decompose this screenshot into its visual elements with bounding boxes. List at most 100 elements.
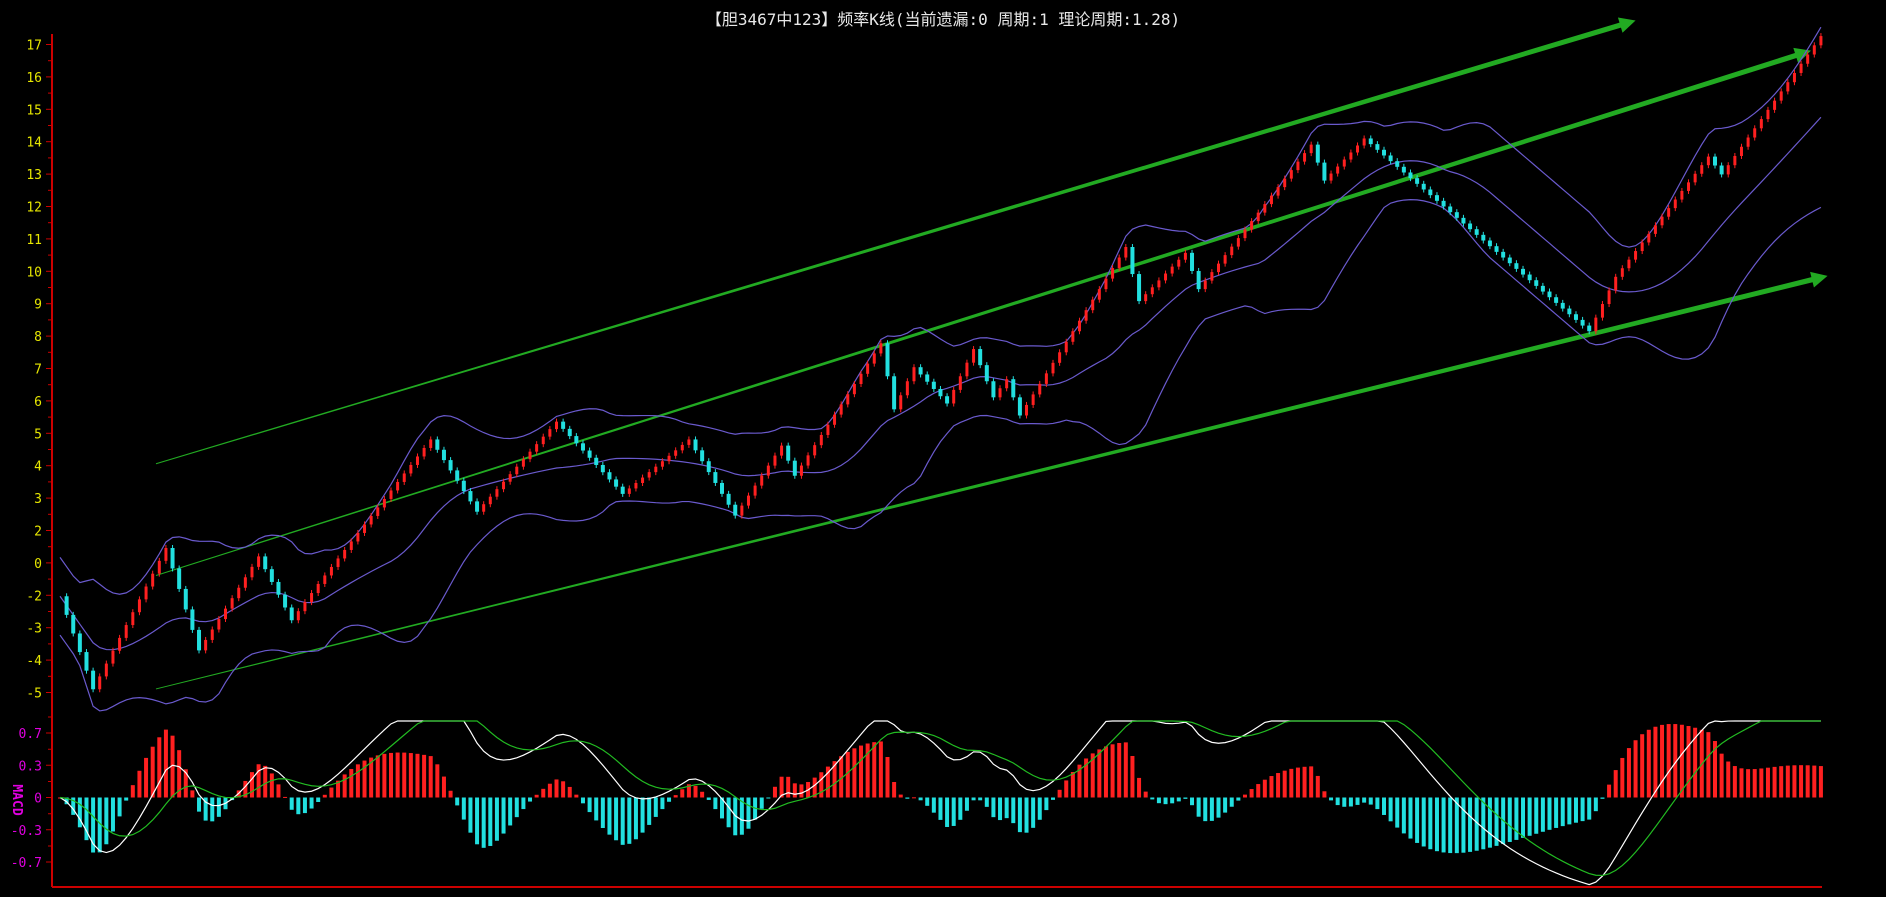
macd-bar-negative xyxy=(1203,797,1208,822)
macd-bar-positive xyxy=(772,786,777,798)
macd-bar-negative xyxy=(1368,797,1373,805)
candle-down xyxy=(197,629,202,651)
macd-tick-label: 0 xyxy=(34,792,42,807)
macd-bar-positive xyxy=(1057,789,1062,798)
candle-down xyxy=(713,472,718,483)
candle-up xyxy=(118,637,122,651)
candle-down xyxy=(1190,252,1195,271)
macd-bar-negative xyxy=(713,797,718,810)
macd-bar-positive xyxy=(885,756,890,798)
candle-down xyxy=(693,439,698,451)
macd-bar-negative xyxy=(627,797,632,844)
candle-up xyxy=(1263,204,1267,213)
macd-bar-negative xyxy=(289,797,294,810)
macd-bar-positive xyxy=(329,787,334,798)
macd-bar-positive xyxy=(256,764,261,798)
candle-down xyxy=(71,614,76,634)
macd-bar-negative xyxy=(302,797,307,814)
candle-down xyxy=(607,472,612,480)
macd-bar-negative xyxy=(309,797,314,809)
macd-bar-negative xyxy=(640,797,645,833)
macd-bar-positive xyxy=(1256,784,1261,798)
candle-up xyxy=(746,495,750,506)
candle-down xyxy=(1441,200,1446,207)
candle-up xyxy=(1726,165,1730,175)
candle-up xyxy=(1058,352,1062,363)
candle-down xyxy=(91,670,96,690)
candle-down xyxy=(1428,189,1433,196)
macd-bar-positive xyxy=(1262,779,1267,798)
candle-down xyxy=(276,581,281,595)
macd-bar-positive xyxy=(382,753,387,798)
candle-up xyxy=(1104,278,1108,290)
candle-up xyxy=(98,676,102,690)
candle-up xyxy=(124,625,128,638)
macd-bar-positive xyxy=(1309,766,1314,798)
y-tick-label: 17 xyxy=(26,39,42,54)
macd-bar-negative xyxy=(1421,797,1426,847)
candle-up xyxy=(872,353,876,364)
candle-up xyxy=(879,343,883,354)
candle-down xyxy=(726,493,731,505)
macd-bar-negative xyxy=(905,797,910,799)
macd-bar-negative xyxy=(766,797,771,799)
candle-up xyxy=(766,465,770,476)
macd-bar-positive xyxy=(435,764,440,798)
y-tick-label: 12 xyxy=(26,201,42,216)
macd-bar-negative xyxy=(964,797,969,811)
candle-up xyxy=(998,388,1002,398)
y-tick-label: 4 xyxy=(34,460,42,475)
candle-down xyxy=(190,609,195,630)
candle-up xyxy=(1031,394,1035,405)
macd-bar-negative xyxy=(1163,797,1168,805)
macd-bar-negative xyxy=(117,797,122,817)
candle-up xyxy=(1680,190,1684,200)
candle-up xyxy=(1077,320,1081,332)
macd-bar-positive xyxy=(567,786,572,798)
macd-bar-negative xyxy=(1461,797,1466,853)
macd-bar-positive xyxy=(1752,769,1757,798)
macd-bar-negative xyxy=(746,797,751,829)
macd-bar-negative xyxy=(1408,797,1413,839)
macd-bar-positive xyxy=(819,772,824,798)
macd-bar-negative xyxy=(528,797,533,802)
candle-down xyxy=(289,607,294,621)
macd-bar-positive xyxy=(1249,789,1254,798)
macd-bar-positive xyxy=(799,784,804,798)
macd-bar-negative xyxy=(1468,797,1473,852)
candle-up xyxy=(230,598,234,609)
candle-down xyxy=(170,547,175,569)
candle-down xyxy=(918,367,923,375)
macd-bar-negative xyxy=(633,797,638,840)
candle-down xyxy=(1474,229,1479,235)
candle-down xyxy=(991,381,996,398)
candle-up xyxy=(1356,145,1360,153)
candle-down xyxy=(1468,223,1473,230)
candle-up xyxy=(1667,208,1671,217)
macd-bar-negative xyxy=(1547,797,1552,830)
candle-up xyxy=(488,496,492,505)
macd-bar-negative xyxy=(931,797,936,813)
macd-bar-positive xyxy=(144,757,149,798)
candle-up xyxy=(482,504,486,512)
chart-canvas: 17 16 15 14 13 12 11 10 9 8 7 6 5 4 3 2 0 -2 -3 -4 -5 0.7 0.3 0… xyxy=(9,17,1828,888)
candle-up xyxy=(1183,252,1187,260)
y-tick-label: 11 xyxy=(26,233,42,248)
macd-bar-positive xyxy=(1666,724,1671,798)
macd-bar-negative xyxy=(1527,797,1532,836)
candle-up xyxy=(1210,272,1214,281)
macd-bar-negative xyxy=(1335,797,1340,806)
macd-bar-negative xyxy=(1434,797,1439,852)
candle-down xyxy=(1401,166,1406,173)
macd-bar-negative xyxy=(667,797,672,802)
candle-down xyxy=(283,594,288,608)
macd-bar-negative xyxy=(494,797,499,841)
candle-up xyxy=(1243,229,1247,239)
candle-down xyxy=(945,396,950,404)
macd-bar-positive xyxy=(1779,766,1784,798)
macd-bar-negative xyxy=(481,797,486,848)
candle-down xyxy=(1507,257,1512,264)
macd-bar-negative xyxy=(1004,797,1009,819)
candle-up xyxy=(535,444,539,452)
macd-bar-negative xyxy=(1051,797,1055,800)
